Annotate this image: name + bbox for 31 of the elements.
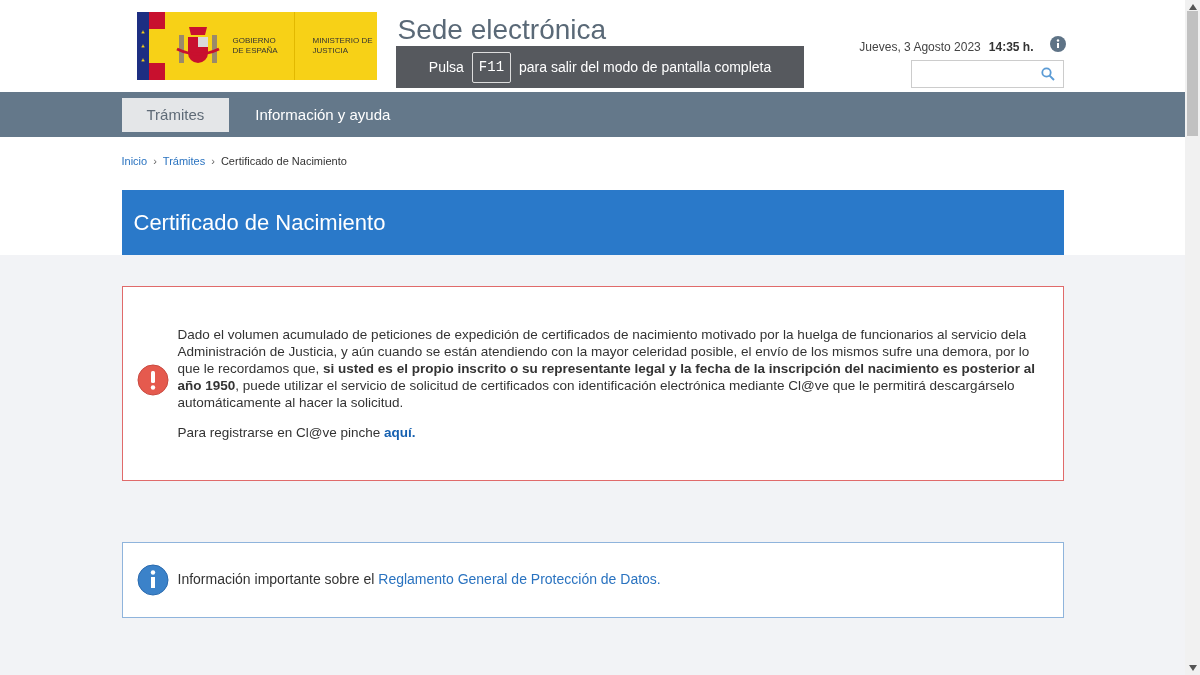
nav-tab[interactable]: Información y ayuda bbox=[255, 98, 391, 132]
alert-message: Dado el volumen acumulado de peticiones de expedición de certificados de nacimiento motivado por la huelga de funcionarios al servicio dela Administración de Justicia, y aún cuando se están atendiendo con la mayor celeridad posible, el envío de los mismos sufre una demora, por lo que le recordamos que, si usted es el propio inscrito o su representante legal y la fecha de la inscripción del nacimiento es posterior al año 1950, puede utilizar el servicio de solicitud de certificados con identificación electrónica mediante Cl@ve que le permitirá descargárselo automáticamente al hacer la solicitud. bbox=[177, 325, 1037, 411]
info-icon[interactable] bbox=[1049, 36, 1066, 52]
scroll-down-icon[interactable] bbox=[1188, 665, 1197, 671]
date-text: Jueves, 3 Agosto 2023 bbox=[859, 39, 981, 56]
nav-tab[interactable]: Trámites bbox=[121, 98, 230, 132]
breadcrumb-link[interactable]: Trámites bbox=[162, 153, 206, 170]
warning-icon bbox=[136, 364, 169, 396]
f11-key: F11 bbox=[471, 51, 512, 83]
ministry-label: MINISTERIO DE JUSTICIA bbox=[312, 36, 374, 56]
data-protection-link[interactable]: Reglamento General de Protección de Datos. bbox=[378, 571, 661, 587]
register-link[interactable]: aquí. bbox=[384, 424, 416, 440]
breadcrumb-separator: › bbox=[153, 154, 157, 169]
notice-text: para salir del modo de pantalla completa bbox=[519, 57, 772, 77]
flag-drawing bbox=[136, 12, 165, 80]
breadcrumb-current: Certificado de Nacimiento bbox=[220, 154, 347, 169]
info-text: Información importante sobre el Reglamento General de Protección de Datos. bbox=[177, 570, 661, 589]
scrollbar[interactable] bbox=[1185, 0, 1200, 675]
time-text: 14:35 h. bbox=[988, 39, 1034, 56]
scrollbar-thumb[interactable] bbox=[1187, 11, 1198, 136]
breadcrumb-link[interactable]: Inicio bbox=[121, 153, 148, 170]
notice-text: Pulsa bbox=[428, 57, 464, 77]
government-label: GOBIERNO DE ESPAÑA bbox=[232, 12, 295, 80]
page-title: Certificado de Nacimiento bbox=[133, 208, 386, 237]
site-title: Sede electrónica bbox=[397, 14, 607, 46]
info-icon bbox=[136, 563, 169, 596]
search-field[interactable] bbox=[910, 60, 1064, 88]
breadcrumb-separator: › bbox=[211, 154, 215, 169]
register-text: Para registrarse en Cl@ve pinche aquí. bbox=[177, 423, 417, 441]
search-icon[interactable] bbox=[1040, 67, 1055, 81]
ministry-logo[interactable]: GOBIERNO DE ESPAÑA MINISTERIO DE JUSTICIA bbox=[136, 12, 377, 80]
